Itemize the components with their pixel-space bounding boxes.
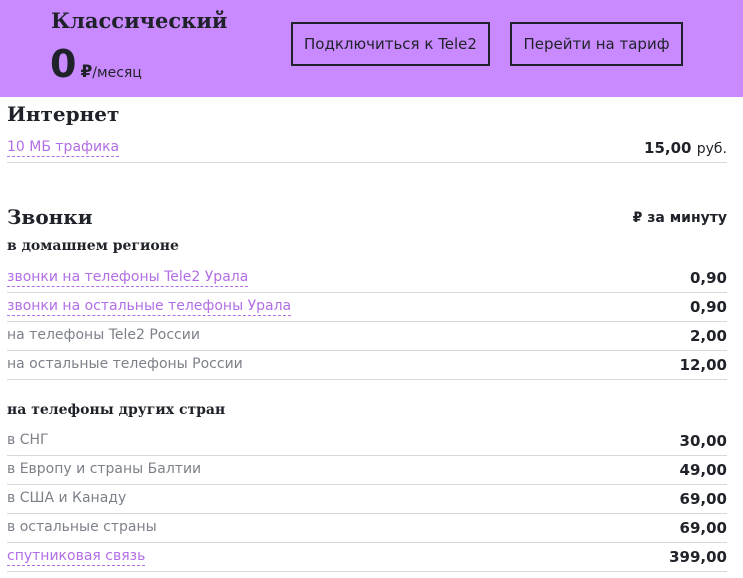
call-rate-row: на остальные телефоны России 12,00 xyxy=(7,351,727,380)
internet-price-unit: руб. xyxy=(696,141,727,157)
intl-rate-label: в СНГ xyxy=(7,432,49,448)
home-region-subtitle: в домашнем регионе xyxy=(7,238,179,254)
intl-rate-label: в остальные страны xyxy=(7,519,157,535)
satellite-link[interactable]: спутниковая связь xyxy=(7,548,146,566)
intl-rate-value: 69,00 xyxy=(679,490,727,508)
intl-rate-value: 69,00 xyxy=(679,519,727,537)
call-rate-value: 0,90 xyxy=(689,298,727,316)
intl-rate-row: в США и Канаду 69,00 xyxy=(7,485,727,514)
internet-row: 10 МБ трафика 15,00 руб. xyxy=(7,134,727,163)
internet-price-value: 15,00 xyxy=(644,139,692,157)
price-value: 0 xyxy=(50,42,77,86)
internet-traffic-link[interactable]: 10 МБ трафика xyxy=(7,139,120,157)
intl-rate-row: в остальные страны 69,00 xyxy=(7,514,727,543)
call-rate-label: на телефоны Tele2 России xyxy=(7,327,200,343)
intl-rate-value: 30,00 xyxy=(679,432,727,450)
calls-section-title: Звонки xyxy=(7,205,93,229)
plan-price: 0 ₽/месяц xyxy=(50,42,142,86)
tariff-header: Классический 0 ₽/месяц Подключиться к Tel… xyxy=(0,0,743,97)
intl-rate-label: в Европу и страны Балтии xyxy=(7,461,202,477)
call-rate-row: на телефоны Tele2 России 2,00 xyxy=(7,322,727,351)
connect-to-tele2-button[interactable]: Подключиться к Tele2 xyxy=(291,22,490,66)
intl-rate-row: в Европу и страны Балтии 49,00 xyxy=(7,456,727,485)
price-unit: /месяц xyxy=(92,65,142,81)
intl-rate-value: 49,00 xyxy=(679,461,727,479)
switch-tariff-button[interactable]: Перейти на тариф xyxy=(510,22,683,66)
call-rate-value: 0,90 xyxy=(689,269,727,287)
call-rate-row: звонки на остальные телефоны Урала 0,90 xyxy=(7,293,727,322)
call-rate-link[interactable]: звонки на остальные телефоны Урала xyxy=(7,298,292,316)
internet-price: 15,00 руб. xyxy=(644,139,727,157)
plan-name: Классический xyxy=(51,8,228,33)
intl-rate-row: спутниковая связь 399,00 xyxy=(7,543,727,572)
intl-rate-label: в США и Канаду xyxy=(7,490,127,506)
intl-rate-row: в СНГ 30,00 xyxy=(7,427,727,456)
call-rate-row: звонки на телефоны Tele2 Урала 0,90 xyxy=(7,264,727,293)
per-minute-header: ₽ за минуту xyxy=(632,210,727,226)
intl-rate-value: 399,00 xyxy=(669,548,727,566)
ruble-sign: ₽ xyxy=(80,62,93,82)
internet-section-title: Интернет xyxy=(7,102,120,126)
call-rate-link[interactable]: звонки на телефоны Tele2 Урала xyxy=(7,269,249,287)
other-countries-subtitle: на телефоны других стран xyxy=(7,402,226,418)
call-rate-label: на остальные телефоны России xyxy=(7,356,243,372)
call-rate-value: 12,00 xyxy=(679,356,727,374)
call-rate-value: 2,00 xyxy=(689,327,727,345)
